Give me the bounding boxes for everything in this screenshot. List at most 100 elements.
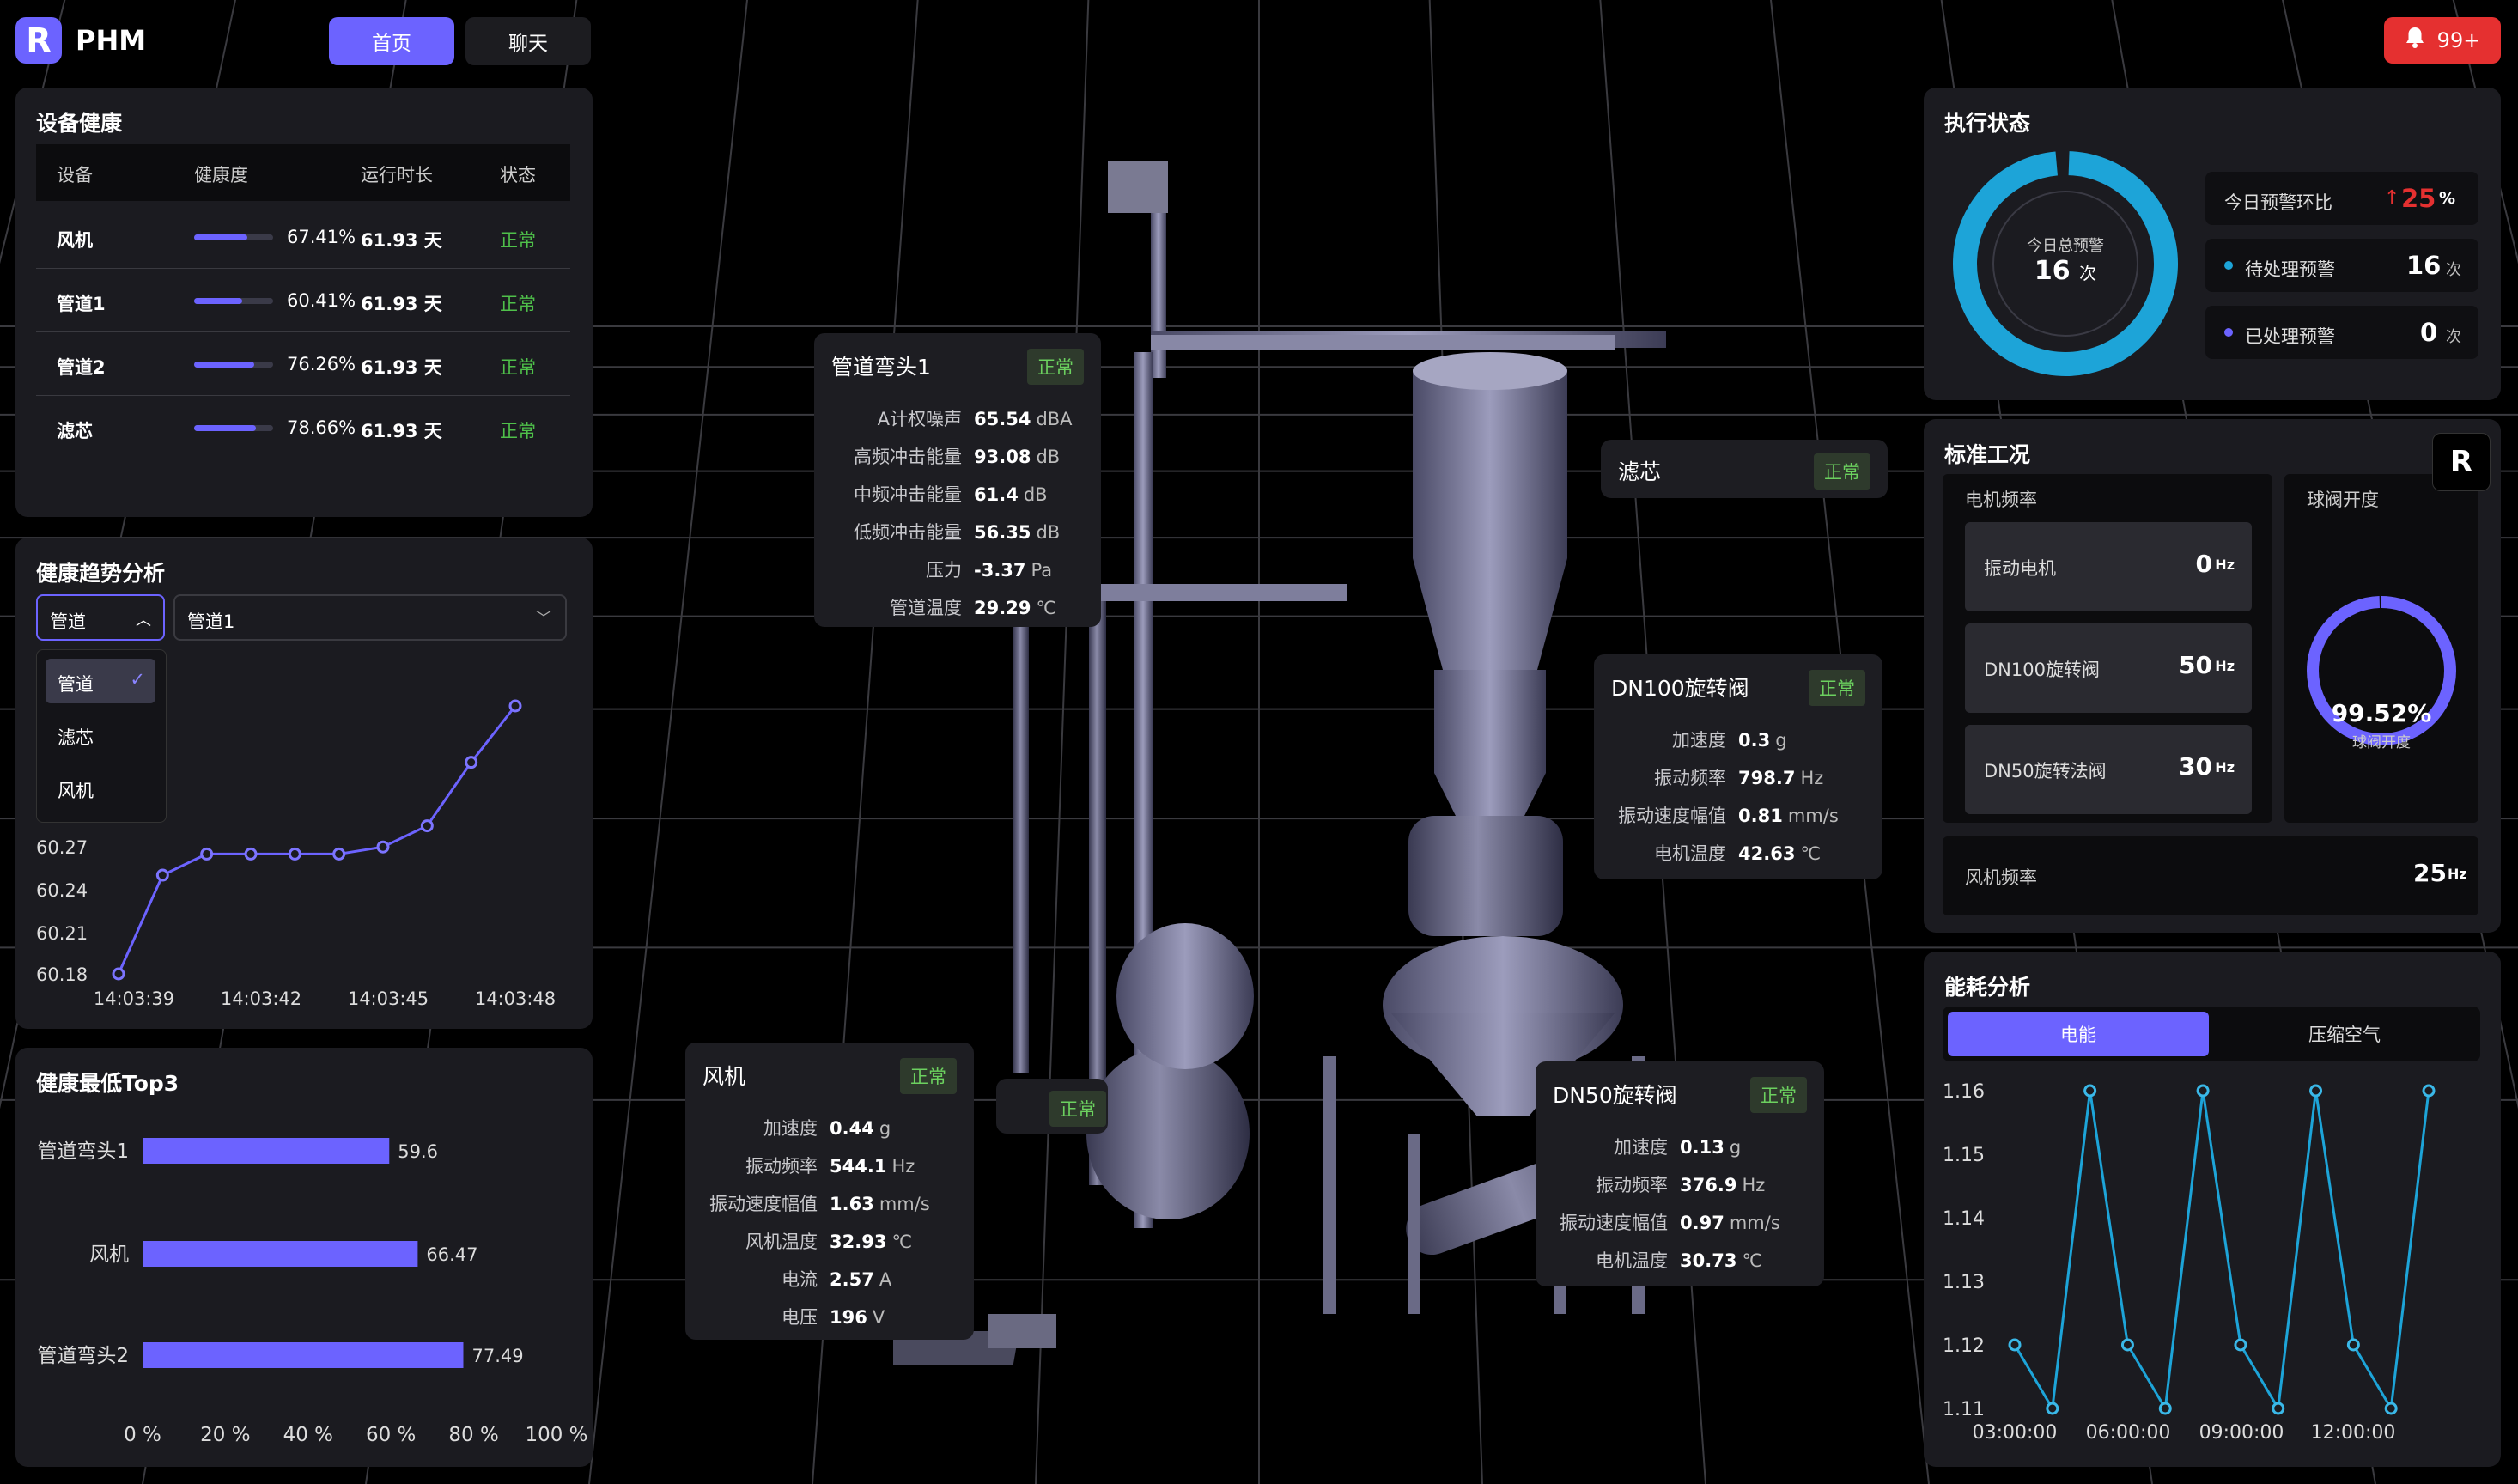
app-logo: R (15, 17, 62, 64)
card-row-unit: dBA (1036, 409, 1073, 429)
health-bar-fill (194, 298, 242, 304)
card-row-value: 544.1 (830, 1156, 887, 1177)
col-status: 状态 (500, 165, 536, 186)
health-table-row: 管道1 60.41% 61.93 天 正常 (36, 270, 570, 332)
bar-category-label: 风机 (89, 1244, 129, 1266)
motor-item-label: DN50旋转法阀 (1984, 761, 2107, 782)
card-row-key: 加速度 (1672, 730, 1726, 751)
standard-panel: 标准工况 电机频率 振动电机 0 Hz DN100旋转阀 50 Hz DN50旋… (1924, 419, 2501, 933)
fan-freq-label: 风机频率 (1965, 867, 2037, 888)
dn50-card: DN50旋转阀 正常 加速度 0.13 g 振动频率 376.9 Hz 振动速度幅值 0.… (1536, 1061, 1824, 1286)
card-row: 高频冲击能量 93.08 dB (830, 443, 1060, 469)
tab-chat[interactable]: 聊天 (465, 17, 591, 65)
motor-item-label: 振动电机 (1984, 558, 2056, 579)
card-row: 电机温度 42.63 ℃ (1609, 840, 1821, 866)
card-row: 振动频率 544.1 Hz (701, 1153, 915, 1178)
health-table-row: 管道2 76.26% 61.93 天 正常 (36, 333, 570, 396)
card-row-value: 798.7 (1738, 768, 1796, 788)
trend-point (155, 868, 169, 882)
card-row-value: 93.08 (974, 447, 1031, 467)
trend-point (420, 819, 434, 833)
card-row-key: 中频冲击能量 (854, 484, 962, 505)
card-row-key: 振动频率 (1654, 768, 1726, 788)
check-icon: ✓ (130, 669, 145, 690)
energy-point (2384, 1402, 2398, 1415)
dn100-card: DN100旋转阀 正常 加速度 0.3 g 振动频率 798.7 Hz 振动速度幅值 0.… (1594, 654, 1882, 879)
card-row-value: 29.29 (974, 598, 1031, 618)
energy-point (2272, 1402, 2285, 1415)
assistant-logo-letter: R (2449, 445, 2473, 479)
health-bar-track (194, 425, 273, 431)
device-type-select[interactable]: 管道 ︿ (36, 594, 165, 641)
valve-box: 球阀开度 99.52% 球阀开度 (2284, 474, 2478, 823)
x-tick-label: 14:03:39 (94, 988, 174, 1009)
card-row-value: 32.93 (830, 1232, 887, 1252)
motor-item-value: 0 (2195, 550, 2212, 578)
motor-freq-box: 电机频率 振动电机 0 Hz DN100旋转阀 50 Hz DN50旋转法阀 3… (1943, 474, 2272, 823)
health-bar-track (194, 298, 273, 304)
device-select[interactable]: 管道1 ﹀ (173, 594, 567, 641)
row-status: 正常 (500, 357, 536, 378)
health-table-row: 滤芯 78.66% 61.93 天 正常 (36, 397, 570, 459)
trend-point (200, 847, 214, 861)
row-device: 滤芯 (57, 421, 93, 441)
card-row-unit: g (879, 1118, 891, 1139)
dn100-status: 正常 (1809, 670, 1865, 706)
motor-item: DN100旋转阀 50 Hz (1965, 623, 2252, 713)
dropdown-option-filter[interactable]: 滤芯 (58, 724, 94, 750)
card-row: 低频冲击能量 56.35 dB (830, 519, 1060, 544)
standard-title: 标准工况 (1944, 442, 2031, 467)
motor-freq-title: 电机频率 (1965, 490, 2037, 510)
pending-label: 待处理预警 (2245, 259, 2335, 280)
card-row-value: -3.37 (974, 560, 1026, 581)
health-bar-fill (194, 425, 257, 431)
card-row-value: 0.13 (1680, 1137, 1724, 1158)
fan-freq-value: 25 (2413, 859, 2447, 887)
fan-freq-box: 风机频率 25 Hz (1943, 836, 2478, 915)
health-bar-fill (194, 362, 255, 368)
card-row-key: 振动频率 (1596, 1175, 1668, 1195)
energy-point (2120, 1338, 2134, 1352)
bar-category-label: 管道弯头1 (37, 1140, 129, 1163)
card-row-key: 风机温度 (745, 1232, 818, 1252)
health-bar (143, 1342, 464, 1368)
dropdown-option-fan[interactable]: 风机 (58, 777, 94, 803)
y-tick-label: 60.21 (36, 923, 88, 944)
trend-point (244, 847, 258, 861)
motor-item-unit: Hz (2215, 556, 2235, 573)
lowest-health-panel: 健康最低Top3 管道弯头1 59.6 风机 66.47 管道弯头2 77.49 0 % 20… (15, 1048, 593, 1467)
elbow-status: 正常 (1027, 349, 1084, 385)
alert-button[interactable]: 99+ (2384, 17, 2501, 64)
device-health-panel: 设备健康 设备 健康度 运行时长 状态 风机 67.41% 61.93 天 正常… (15, 88, 593, 517)
card-row-value: 61.4 (974, 484, 1019, 505)
card-row-unit: Pa (1031, 560, 1053, 581)
ratio-unit: % (2439, 189, 2456, 208)
row-status: 正常 (500, 294, 536, 314)
tab-home[interactable]: 首页 (329, 17, 454, 65)
x-tick-label: 12:00:00 (2311, 1422, 2396, 1444)
motor-item: DN50旋转法阀 30 Hz (1965, 725, 2252, 814)
card-row-value: 1.63 (830, 1194, 874, 1214)
dn100-card-title: DN100旋转阀 (1611, 676, 1749, 701)
extra-status: 正常 (1049, 1091, 1106, 1127)
card-row-key: 电流 (782, 1269, 818, 1290)
y-tick-label: 1.12 (1943, 1335, 1985, 1357)
dn50-status: 正常 (1750, 1077, 1807, 1113)
card-row-unit: mm/s (1787, 806, 1839, 826)
bar-category-label: 管道弯头2 (37, 1345, 129, 1367)
card-row-unit: Hz (1742, 1175, 1766, 1195)
card-row-unit: g (1775, 730, 1787, 751)
chevron-down-icon: ﹀ (536, 610, 551, 628)
tab-chat-label: 聊天 (508, 33, 548, 55)
health-trend-panel: 健康趋势分析 60.27 60.24 60.21 60.18 14:03:39 14:03… (15, 538, 593, 1029)
assistant-logo-button[interactable]: R (2432, 433, 2491, 491)
logo-letter: R (26, 21, 52, 59)
energy-point (2083, 1084, 2097, 1098)
card-row-value: 0.81 (1738, 806, 1783, 826)
card-row-unit: g (1729, 1137, 1742, 1158)
dropdown-option-pipe[interactable]: 管道 ✓ (46, 659, 155, 703)
row-runtime: 61.93 天 (361, 421, 442, 441)
card-row-unit: ℃ (1036, 598, 1057, 618)
card-row-key: 管道温度 (890, 598, 962, 618)
fan-card: 风机 正常 加速度 0.44 g 振动频率 544.1 Hz 振动速度幅值 1.63 mm/… (685, 1043, 974, 1340)
